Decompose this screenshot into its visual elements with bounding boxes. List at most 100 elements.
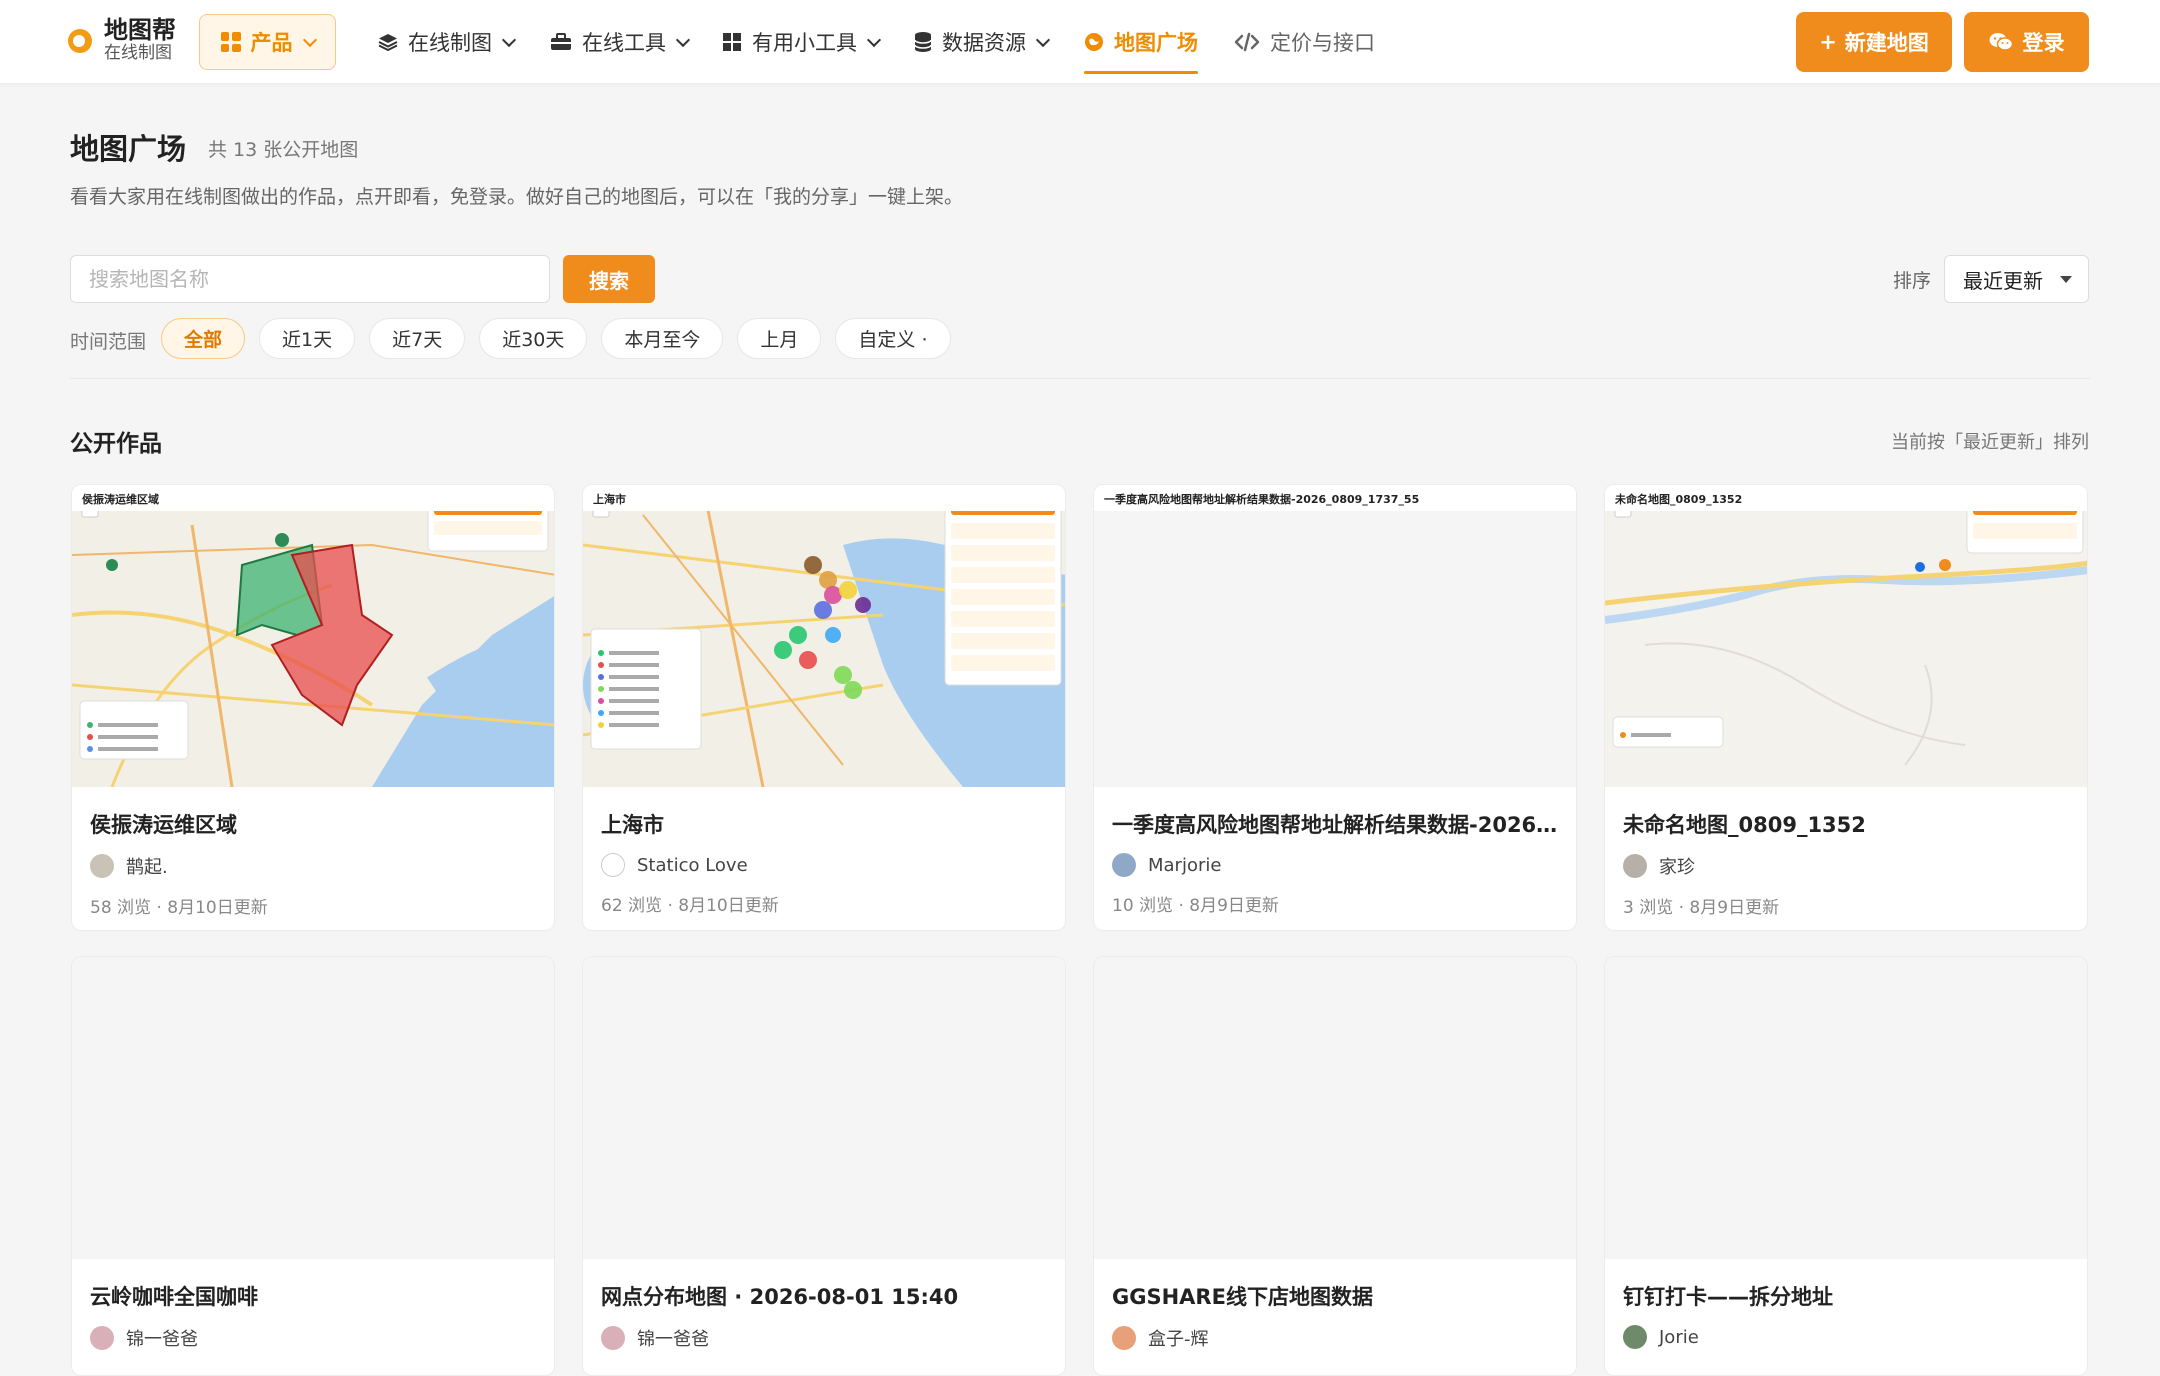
- card-meta: 3 浏览 · 8月9日更新: [1623, 898, 1780, 918]
- nav-label: 在线工具: [582, 31, 666, 55]
- chip-month-to-date[interactable]: 本月至今: [601, 318, 724, 359]
- card-title: 上海市: [601, 813, 664, 837]
- nav-item-data-resources[interactable]: 数据资源: [914, 0, 1051, 84]
- globe-icon: [1084, 32, 1104, 52]
- brand-title: 地图帮: [104, 16, 176, 44]
- map-thumbnail: [1605, 957, 2087, 1259]
- map-card[interactable]: 网点分布地图 · 2026-08-01 15:40 锦一爸爸: [582, 956, 1066, 1376]
- author-name: 鹊起.: [126, 857, 168, 878]
- chip-1-day[interactable]: 近1天: [259, 318, 356, 359]
- avatar: [1623, 1325, 1647, 1349]
- product-label: 产品: [250, 31, 293, 55]
- brand-subtitle: 在线制图: [104, 43, 172, 64]
- nav-item-map-square[interactable]: 地图广场: [1084, 0, 1198, 84]
- card-author: Statico Love: [601, 853, 1047, 877]
- card-title: 云岭咖啡全国咖啡: [90, 1285, 258, 1309]
- sort-label: 排序: [1893, 270, 1932, 292]
- author-name: 锦一爸爸: [126, 1329, 198, 1350]
- card-author: Marjorie: [1112, 853, 1558, 877]
- map-card[interactable]: 侯振涛运维区域 侯振涛运维区域 鹊起. 58 浏览 · 8月10日更新: [71, 484, 555, 931]
- chip-all[interactable]: 全部: [161, 318, 246, 359]
- layers-icon: [378, 32, 398, 52]
- plus-icon: +: [1819, 30, 1837, 54]
- login-button[interactable]: 登录: [1964, 12, 2089, 72]
- code-icon: [1234, 32, 1260, 52]
- map-thumbnail: 一季度高风险地图帮地址解析结果数据-2026_0809_1737_55: [1094, 485, 1576, 787]
- page-description: 看看大家用在线制图做出的作品，点开即看，免登录。做好自己的地图后，可以在「我的分…: [70, 186, 964, 208]
- map-thumbnail: [72, 957, 554, 1259]
- top-navigation-bar: 地图帮 在线制图 产品 在线制图 在线工具 有用小工具 数据资源 地图广场 定价…: [0, 0, 2160, 84]
- time-range-chips: 全部 近1天 近7天 近30天 本月至今 上月 自定义 ·: [161, 318, 951, 359]
- nav-label: 地图广场: [1114, 31, 1198, 55]
- sort-select[interactable]: 最近更新: [1944, 255, 2089, 303]
- map-card[interactable]: 未命名地图_0809_1352 未命名地图_0809_1352 家珍 3 浏览 …: [1604, 484, 2088, 931]
- author-name: 盒子-辉: [1148, 1329, 1209, 1350]
- thumbnail-title: 一季度高风险地图帮地址解析结果数据-2026_0809_1737_55: [1094, 485, 1576, 511]
- map-card[interactable]: 一季度高风险地图帮地址解析结果数据-2026_0809_1737_55 一季度高…: [1093, 484, 1577, 931]
- product-menu-button[interactable]: 产品: [199, 14, 336, 70]
- card-title: 侯振涛运维区域: [90, 813, 237, 837]
- nav-label: 定价与接口: [1270, 31, 1375, 55]
- thumbnail-title: 侯振涛运维区域: [72, 485, 554, 511]
- author-name: 家珍: [1659, 857, 1695, 878]
- caret-down-icon: [2060, 276, 2072, 283]
- avatar: [601, 853, 625, 877]
- map-thumbnail: 未命名地图_0809_1352: [1605, 485, 2087, 787]
- search-input[interactable]: [70, 255, 550, 303]
- map-thumbnail: [583, 957, 1065, 1259]
- chevron-down-icon: [302, 32, 317, 47]
- time-range-label: 时间范围: [70, 331, 147, 353]
- database-icon: [914, 31, 932, 53]
- chip-7-days[interactable]: 近7天: [369, 318, 466, 359]
- author-name: 锦一爸爸: [637, 1329, 709, 1350]
- thumbnail-title: 上海市: [583, 485, 1065, 511]
- sort-note: 当前按「最近更新」排列: [1891, 432, 2089, 453]
- chevron-down-icon: [501, 32, 517, 47]
- nav-label: 数据资源: [942, 31, 1026, 55]
- map-card[interactable]: GGSHARE线下店地图数据 盒子-辉: [1093, 956, 1577, 1376]
- card-author: 家珍: [1623, 853, 2069, 879]
- card-author: 鹊起.: [90, 853, 536, 879]
- map-card[interactable]: 钉钉打卡——拆分地址 Jorie: [1604, 956, 2088, 1376]
- card-meta: 58 浏览 · 8月10日更新: [90, 898, 268, 918]
- section-title: 公开作品: [70, 431, 162, 457]
- avatar: [601, 1326, 625, 1350]
- search-button[interactable]: 搜索: [563, 255, 655, 303]
- map-thumbnail: 上海市: [583, 485, 1065, 787]
- wechat-icon: [1989, 32, 2013, 52]
- sort-selected-value: 最近更新: [1963, 268, 2043, 293]
- card-title: 网点分布地图 · 2026-08-01 15:40: [601, 1285, 959, 1309]
- card-title: 未命名地图_0809_1352: [1623, 813, 1866, 837]
- card-meta: 62 浏览 · 8月10日更新: [601, 896, 779, 916]
- nav-label: 有用小工具: [752, 31, 857, 55]
- nav-item-online-tools[interactable]: 在线工具: [550, 0, 691, 84]
- login-label: 登录: [2022, 31, 2065, 55]
- page-title: 地图广场: [70, 132, 187, 166]
- chip-custom[interactable]: 自定义 ·: [835, 318, 951, 359]
- card-title: GGSHARE线下店地图数据: [1112, 1285, 1373, 1309]
- new-map-label: 新建地图: [1844, 31, 1929, 55]
- avatar: [1623, 854, 1647, 878]
- chevron-down-icon: [1035, 32, 1051, 47]
- map-card[interactable]: 上海市 上海市 Statico Love 62 浏览 · 8月10日更新: [582, 484, 1066, 931]
- grid-icon: [722, 32, 742, 52]
- nav-item-online-mapping[interactable]: 在线制图: [378, 0, 517, 84]
- avatar: [90, 854, 114, 878]
- divider: [70, 378, 2090, 379]
- author-name: Jorie: [1659, 1326, 1699, 1348]
- avatar: [90, 1326, 114, 1350]
- card-title: 一季度高风险地图帮地址解析结果数据-2026...: [1112, 813, 1558, 837]
- avatar: [1112, 853, 1136, 877]
- map-card[interactable]: 云岭咖啡全国咖啡 锦一爸爸: [71, 956, 555, 1376]
- toolbox-icon: [550, 32, 572, 52]
- nav-item-useful-widgets[interactable]: 有用小工具: [722, 0, 882, 84]
- nav-label: 在线制图: [408, 31, 492, 55]
- chevron-down-icon: [866, 32, 882, 47]
- author-name: Statico Love: [637, 854, 748, 876]
- thumbnail-title: 未命名地图_0809_1352: [1605, 485, 2087, 511]
- chip-last-month[interactable]: 上月: [737, 318, 822, 359]
- chip-30-days[interactable]: 近30天: [479, 318, 588, 359]
- brand-logo[interactable]: 地图帮 在线制图: [68, 16, 176, 64]
- new-map-button[interactable]: + 新建地图: [1796, 12, 1952, 72]
- nav-item-pricing-api[interactable]: 定价与接口: [1234, 0, 1375, 84]
